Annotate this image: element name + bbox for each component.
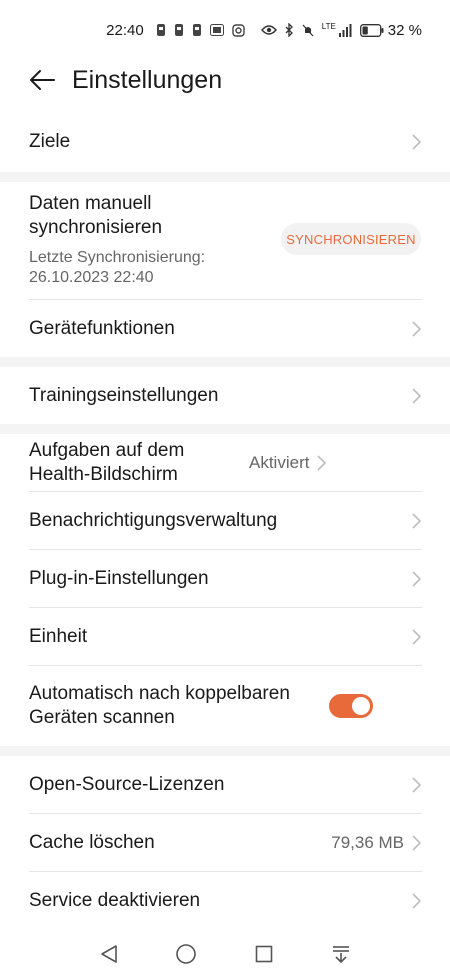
chevron-right-icon <box>410 512 422 530</box>
synchronize-button[interactable]: SYNCHRONISIEREN <box>281 223 421 255</box>
app-header: Einstellungen <box>0 58 450 102</box>
row-label: Open-Source-Lizenzen <box>29 773 225 795</box>
chevron-right-icon <box>410 892 422 910</box>
notification-icon <box>156 23 166 37</box>
page-title: Einstellungen <box>72 66 223 94</box>
chevron-right-icon <box>410 570 422 588</box>
row-label: Trainingseinstellungen <box>29 384 219 406</box>
status-bar: 22:40 LTE 32 % <box>0 0 450 60</box>
arrow-left-icon <box>30 70 55 90</box>
row-benachrichtigungsverwaltung[interactable]: Benachrichtigungsverwaltung <box>0 492 450 549</box>
status-time: 22:40 <box>106 21 144 39</box>
row-label: Cache löschen <box>29 831 155 853</box>
battery-indicator: 32 % <box>359 21 422 39</box>
bluetooth-icon <box>285 23 294 37</box>
row-label: Automatisch nach koppelbaren Geräten sca… <box>29 683 290 728</box>
row-geraetefunktionen[interactable]: Gerätefunktionen <box>0 300 450 357</box>
sync-section: Daten manuell synchronisieren Letzte Syn… <box>29 192 269 288</box>
back-triangle-icon <box>100 944 117 963</box>
battery-percent: 32 % <box>387 21 422 39</box>
signal-icon <box>338 23 352 37</box>
back-button[interactable] <box>26 64 58 96</box>
notification-icon <box>192 23 202 37</box>
notification-pull-icon <box>333 945 350 963</box>
row-service-deaktivieren[interactable]: Service deaktivieren <box>0 872 450 929</box>
nav-recents-button[interactable] <box>250 940 278 968</box>
row-label: Ziele <box>29 131 71 152</box>
mute-icon <box>302 23 314 37</box>
row-einheit[interactable]: Einheit <box>0 608 450 665</box>
chevron-right-icon <box>410 776 422 794</box>
badge-icon <box>209 23 224 37</box>
section-divider <box>0 424 450 434</box>
recents-square-icon <box>255 945 273 962</box>
row-label: Aufgaben auf dem Health-Bildschirm <box>29 439 185 485</box>
row-trainingseinstellungen[interactable]: Trainingseinstellungen <box>0 367 450 424</box>
chevron-right-icon <box>410 628 422 646</box>
chevron-right-icon <box>410 834 422 852</box>
nav-notification-button[interactable] <box>327 940 355 968</box>
row-label: Einheit <box>29 625 88 647</box>
row-value: Aktiviert <box>249 452 310 472</box>
row-cache-loeschen[interactable]: Cache löschen 79,36 MB <box>0 814 450 871</box>
system-nav-bar <box>0 930 450 977</box>
nav-home-button[interactable] <box>172 940 200 968</box>
lte-icon: LTE <box>321 22 336 31</box>
toggle-knob <box>352 697 370 715</box>
row-aufgaben-health[interactable]: Aufgaben auf dem Health-Bildschirm Aktiv… <box>0 434 450 491</box>
row-label: Plug-in-Einstellungen <box>29 567 209 589</box>
row-label: Benachrichtigungsverwaltung <box>29 509 278 531</box>
section-divider <box>0 746 450 756</box>
section-divider <box>0 172 450 182</box>
row-ziele[interactable]: Ziele <box>0 112 450 172</box>
instagram-icon <box>232 23 245 37</box>
battery-icon <box>359 23 384 37</box>
row-label: Service deaktivieren <box>29 889 201 911</box>
nav-back-button[interactable] <box>95 940 123 968</box>
row-plugin-einstellungen[interactable]: Plug-in-Einstellungen <box>0 550 450 607</box>
settings-screen: 22:40 LTE 32 % Einstellungen Ziele Daten… <box>0 0 450 977</box>
notification-icon <box>174 23 184 37</box>
row-open-source-lizenzen[interactable]: Open-Source-Lizenzen <box>0 756 450 813</box>
sync-last-time: Letzte Synchronisierung: 26.10.2023 22:4… <box>29 249 206 286</box>
auto-scan-toggle[interactable] <box>329 694 373 718</box>
section-divider <box>0 357 450 367</box>
chevron-right-icon <box>315 454 327 472</box>
home-circle-icon <box>176 943 197 964</box>
row-label: Gerätefunktionen <box>29 317 175 339</box>
chevron-right-icon <box>410 133 422 151</box>
row-auto-scan: Automatisch nach koppelbaren Geräten sca… <box>0 666 450 746</box>
sync-title: Daten manuell synchronisieren <box>29 193 163 238</box>
chevron-right-icon <box>410 320 422 338</box>
eye-icon <box>260 23 277 37</box>
chevron-right-icon <box>410 387 422 405</box>
row-value: 79,36 MB <box>331 832 404 852</box>
